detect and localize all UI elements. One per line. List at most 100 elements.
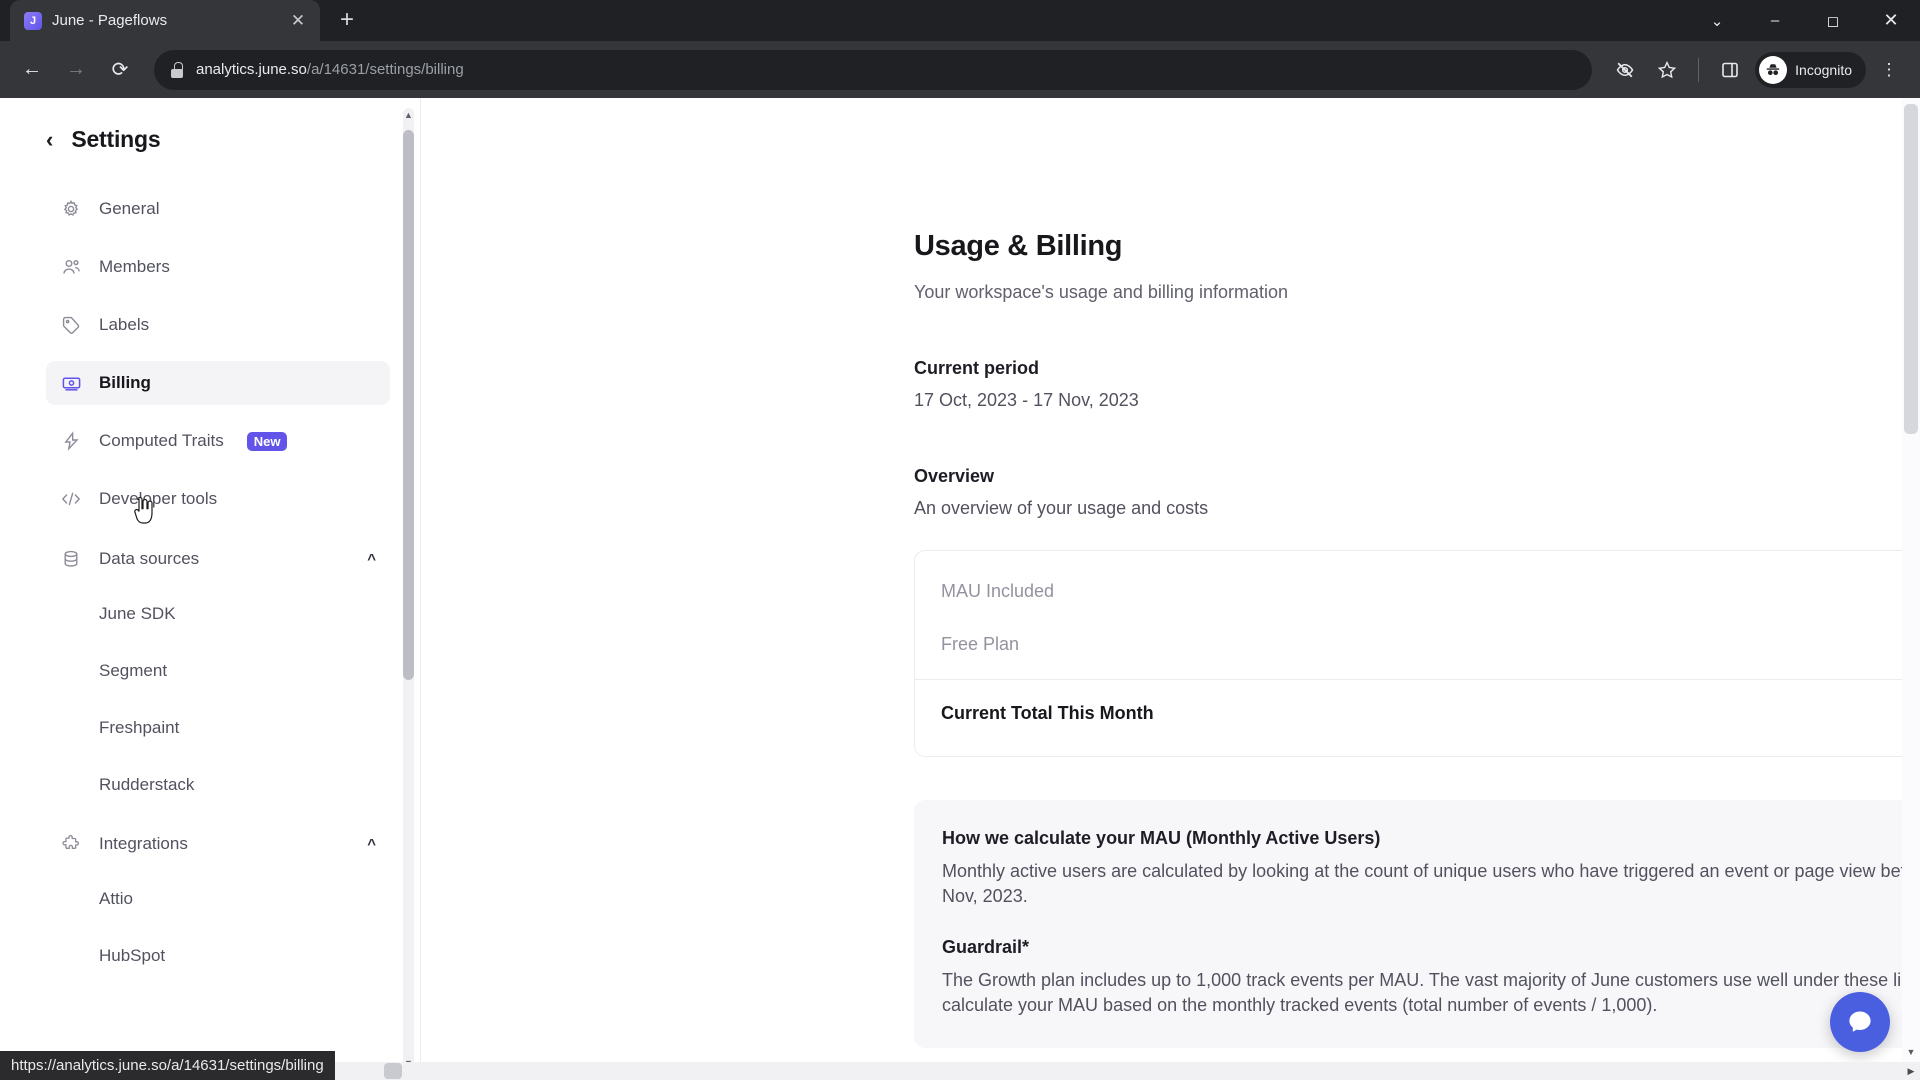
current-period-heading: Current period	[914, 358, 1040, 378]
window-controls: ⌄ – ◻ ✕	[1688, 0, 1920, 41]
sidebar-item-computed-traits[interactable]: Computed Traits New	[46, 419, 390, 463]
profile-label: Incognito	[1795, 61, 1852, 78]
maximize-button[interactable]: ◻	[1804, 0, 1862, 41]
page-scrollbar[interactable]: ▲ ▼	[1902, 98, 1920, 1080]
chevron-left-icon[interactable]: ‹	[46, 128, 53, 151]
page-content: ‹ Settings General Members Labels Billin…	[0, 98, 1920, 1080]
sidebar-item-label: Members	[99, 257, 170, 276]
arrow-right-icon[interactable]: →	[56, 50, 96, 90]
guardrail-body: The Growth plan includes up to 1,000 tra…	[942, 970, 1920, 1015]
sidebar-item-general[interactable]: General	[46, 187, 390, 231]
browser-toolbar: ← → ⟳ analytics.june.so/a/14631/settings…	[0, 41, 1920, 98]
address-bar[interactable]: analytics.june.so/a/14631/settings/billi…	[154, 49, 1593, 90]
toolbar-divider	[1698, 57, 1700, 82]
total-row: Current Total This Month $0	[915, 680, 1920, 746]
current-period-value: 17 Oct, 2023 - 17 Nov, 2023	[914, 390, 1139, 410]
browser-window: J June - Pageflows ✕ + ⌄ – ◻ ✕ ← → ⟳ ana…	[0, 0, 1920, 1080]
puzzle-icon	[60, 833, 82, 855]
gear-icon	[60, 198, 82, 220]
lock-icon	[170, 61, 184, 78]
sidebar-scrollbar[interactable]: ▲ ▼	[403, 108, 414, 1070]
sidebar-item-label: Billing	[99, 373, 151, 392]
profile-chip[interactable]: Incognito	[1755, 51, 1866, 88]
sidebar-inner: ‹ Settings General Members Labels Billin…	[0, 98, 420, 977]
eye-off-icon[interactable]	[1606, 51, 1644, 89]
guardrail-heading: Guardrail*	[942, 937, 1030, 958]
sidebar-item-hubspot[interactable]: HubSpot	[46, 935, 390, 977]
settings-sidebar: ‹ Settings General Members Labels Billin…	[0, 98, 421, 1080]
sidebar-sub-label: Segment	[99, 661, 168, 680]
sidebar-item-members[interactable]: Members	[46, 245, 390, 289]
sidebar-item-label: Computed Traits	[99, 431, 224, 450]
sidebar-sub-label: Attio	[99, 889, 134, 908]
overview-card: MAU Included 1,000 Free Plan $0 / month …	[914, 550, 1920, 757]
sidebar-sub-label: June SDK	[99, 604, 176, 623]
url-path: /a/14631/settings/billing	[306, 61, 464, 78]
chevron-up-icon[interactable]: ^	[367, 836, 376, 853]
side-panel-icon[interactable]	[1711, 51, 1749, 89]
url-domain: analytics.june.so	[196, 61, 307, 78]
minimize-button[interactable]: –	[1746, 0, 1804, 41]
scroll-up-icon[interactable]: ▲	[403, 108, 414, 122]
window-close-button[interactable]: ✕	[1862, 0, 1920, 41]
sidebar-sub-label: Freshpaint	[99, 718, 180, 737]
chat-bubble-icon[interactable]	[1830, 992, 1890, 1052]
status-badge: New	[246, 431, 288, 451]
sidebar-item-developer-tools[interactable]: Developer tools	[46, 477, 390, 521]
sidebar-item-labels[interactable]: Labels	[46, 303, 390, 347]
scrollbar-thumb[interactable]	[1904, 104, 1918, 434]
sidebar-item-june-sdk[interactable]: June SDK	[46, 593, 390, 635]
tag-icon	[60, 314, 82, 336]
browser-tab[interactable]: J June - Pageflows ✕	[10, 0, 320, 41]
sidebar-item-label: Labels	[99, 315, 150, 334]
mouse-cursor	[134, 496, 153, 524]
main-content: Usage & Billing Your workspace's usage a…	[421, 98, 1920, 1080]
sidebar-item-rudderstack[interactable]: Rudderstack	[46, 764, 390, 806]
sidebar-item-freshpaint[interactable]: Freshpaint	[46, 707, 390, 749]
sidebar-item-attio[interactable]: Attio	[46, 878, 390, 920]
info-panel: How we calculate your MAU (Monthly Activ…	[914, 800, 1920, 1048]
mau-body: Monthly active users are calculated by l…	[942, 861, 1920, 906]
table-row: MAU Included 1,000	[915, 565, 1920, 618]
star-icon[interactable]	[1648, 51, 1686, 89]
tab-title: June - Pageflows	[52, 12, 168, 29]
page-title: Usage & Billing	[914, 230, 1123, 262]
three-dot-menu-icon[interactable]: ⋮	[1870, 51, 1908, 89]
sidebar-title: Settings	[71, 126, 161, 152]
scroll-right-icon[interactable]: ▶	[1902, 1062, 1920, 1080]
sidebar-header[interactable]: ‹ Settings	[46, 126, 390, 153]
incognito-icon	[1759, 55, 1788, 84]
chevron-up-icon[interactable]: ^	[367, 551, 376, 568]
hscrollbar-thumb[interactable]	[384, 1063, 402, 1079]
scrollbar-thumb[interactable]	[403, 130, 414, 680]
arrow-left-icon[interactable]: ←	[12, 50, 52, 90]
url-text: analytics.june.so/a/14631/settings/billi…	[196, 61, 464, 78]
overview-description: An overview of your usage and costs	[914, 498, 1209, 518]
total-label: Current Total This Month	[941, 702, 1154, 723]
sidebar-item-label: Developer tools	[99, 489, 218, 508]
reload-icon[interactable]: ⟳	[100, 50, 140, 90]
sidebar-item-segment[interactable]: Segment	[46, 650, 390, 692]
page-subtitle: Your workspace's usage and billing infor…	[914, 282, 1288, 302]
users-icon	[60, 256, 82, 278]
database-icon	[60, 548, 82, 570]
chevron-down-icon[interactable]: ⌄	[1688, 0, 1746, 41]
sidebar-group-data-sources[interactable]: Data sources ^	[46, 537, 390, 581]
toolbar-icons: Incognito ⋮	[1606, 51, 1908, 89]
row-label: MAU Included	[941, 581, 1055, 601]
overview-heading: Overview	[914, 466, 995, 486]
sidebar-group-integrations[interactable]: Integrations ^	[46, 822, 390, 866]
sidebar-sub-label: HubSpot	[99, 946, 166, 965]
sidebar-group-label: Integrations	[99, 834, 188, 853]
close-icon[interactable]: ✕	[286, 9, 310, 33]
june-logo-icon: J	[24, 11, 42, 30]
plus-icon[interactable]: +	[328, 1, 366, 39]
status-bar: https://analytics.june.so/a/14631/settin…	[0, 1051, 335, 1080]
sidebar-group-label: Data sources	[99, 549, 200, 568]
lightning-icon	[60, 430, 82, 452]
scroll-down-icon[interactable]: ▼	[1902, 1044, 1920, 1060]
billing-card-icon	[60, 372, 82, 394]
mau-heading: How we calculate your MAU (Monthly Activ…	[942, 828, 1381, 848]
sidebar-item-billing[interactable]: Billing	[46, 361, 390, 405]
table-row: Free Plan $0 / month	[915, 618, 1920, 671]
